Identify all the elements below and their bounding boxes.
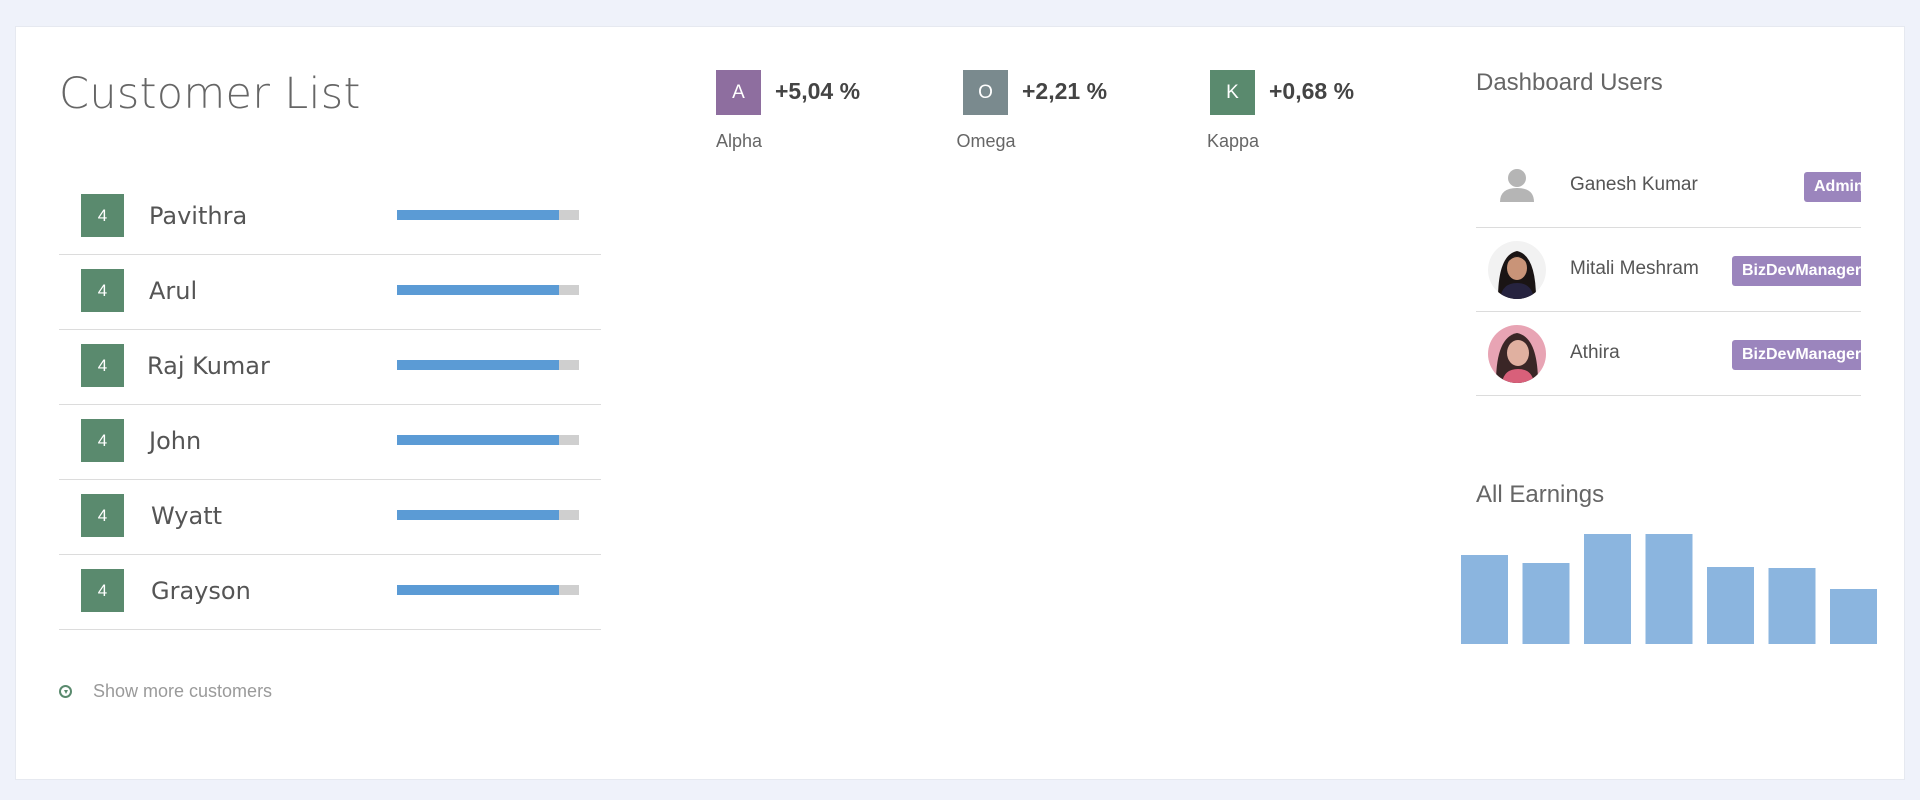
earnings-bar	[1830, 589, 1877, 644]
user-avatar-photo	[1488, 241, 1546, 299]
default-avatar-icon	[1488, 157, 1546, 215]
earnings-chart	[1460, 522, 1880, 644]
user-name: Ganesh Kumar	[1570, 174, 1698, 195]
customer-name: Pavithra	[149, 202, 248, 230]
circle-arrow-down-icon	[59, 685, 72, 698]
customer-name: Raj Kumar	[147, 352, 270, 380]
customer-row[interactable]: 4 Pavithra	[59, 180, 601, 255]
stat-value: +5,04 %	[775, 78, 861, 104]
user-name: Mitali Meshram	[1570, 258, 1699, 279]
user-role-badge: BizDevManager	[1732, 256, 1861, 286]
user-row[interactable]: Mitali Meshram BizDevManager	[1476, 228, 1861, 312]
customer-progress-bar	[397, 360, 579, 370]
stat-name: Omega	[956, 131, 1016, 151]
customer-row[interactable]: 4 John	[59, 405, 601, 480]
stat-badge: A	[716, 70, 761, 115]
customer-progress-fill	[397, 210, 559, 220]
user-avatar-photo	[1488, 325, 1546, 383]
earnings-bar	[1768, 568, 1816, 644]
customer-progress-bar	[397, 510, 579, 520]
user-row[interactable]: Ganesh Kumar Admin	[1476, 144, 1861, 228]
stat-value: +0,68 %	[1269, 78, 1355, 104]
customer-list-title: Customer List	[59, 69, 361, 119]
stat-value: +2,21 %	[1022, 78, 1108, 104]
earnings-bar	[1461, 555, 1508, 644]
customer-name: Wyatt	[151, 502, 223, 530]
customer-name: John	[149, 427, 202, 455]
customer-badge: 4	[81, 344, 124, 387]
customer-progress-bar	[397, 435, 579, 445]
customer-progress-fill	[397, 585, 559, 595]
stat-omega: O +2,21 % Omega	[956, 70, 1163, 160]
customer-progress-fill	[397, 360, 559, 370]
customer-badge: 4	[81, 569, 124, 612]
customer-name: Arul	[149, 277, 198, 305]
user-row[interactable]: Athira BizDevManager	[1476, 312, 1861, 396]
customer-badge: 4	[81, 419, 124, 462]
customer-name: Grayson	[151, 577, 251, 605]
user-role-badge: Admin	[1804, 172, 1861, 202]
earnings-bar	[1522, 563, 1570, 644]
earnings-bar	[1584, 534, 1631, 644]
stat-kappa: K +0,68 % Kappa	[1207, 70, 1410, 160]
customer-progress-bar	[397, 285, 579, 295]
show-more-label: Show more customers	[93, 681, 273, 701]
stat-alpha: A +5,04 % Alpha	[716, 70, 916, 160]
customer-badge: 4	[81, 269, 124, 312]
stat-badge: K	[1210, 70, 1255, 115]
customer-badge: 4	[81, 194, 124, 237]
dashboard-users-title: Dashboard Users	[1476, 69, 1663, 96]
customer-list: 4 Pavithra 4 Arul 4 Raj Kumar 4 John 4 W…	[59, 180, 601, 630]
customer-progress-bar	[397, 585, 579, 595]
customer-row[interactable]: 4 Raj Kumar	[59, 330, 601, 405]
customer-row[interactable]: 4 Wyatt	[59, 480, 601, 555]
show-more-customers-link[interactable]: Show more customers	[59, 681, 272, 702]
stat-name: Kappa	[1206, 131, 1260, 151]
customer-progress-fill	[397, 435, 559, 445]
dashboard-users-list: Ganesh Kumar Admin Mitali Meshram BizDev…	[1476, 144, 1861, 396]
customer-badge: 4	[81, 494, 124, 537]
customer-progress-bar	[397, 210, 579, 220]
customer-progress-fill	[397, 510, 559, 520]
customer-progress-fill	[397, 285, 559, 295]
earnings-bar	[1707, 567, 1754, 644]
earnings-bar-chart	[1461, 534, 1877, 644]
all-earnings-title: All Earnings	[1476, 481, 1605, 508]
stat-name: Alpha	[715, 131, 763, 151]
user-role-badge: BizDevManager	[1732, 340, 1861, 370]
stat-badge: O	[963, 70, 1008, 115]
user-name: Athira	[1570, 342, 1620, 363]
earnings-bar	[1645, 534, 1693, 644]
customer-row[interactable]: 4 Arul	[59, 255, 601, 330]
customer-row[interactable]: 4 Grayson	[59, 555, 601, 630]
